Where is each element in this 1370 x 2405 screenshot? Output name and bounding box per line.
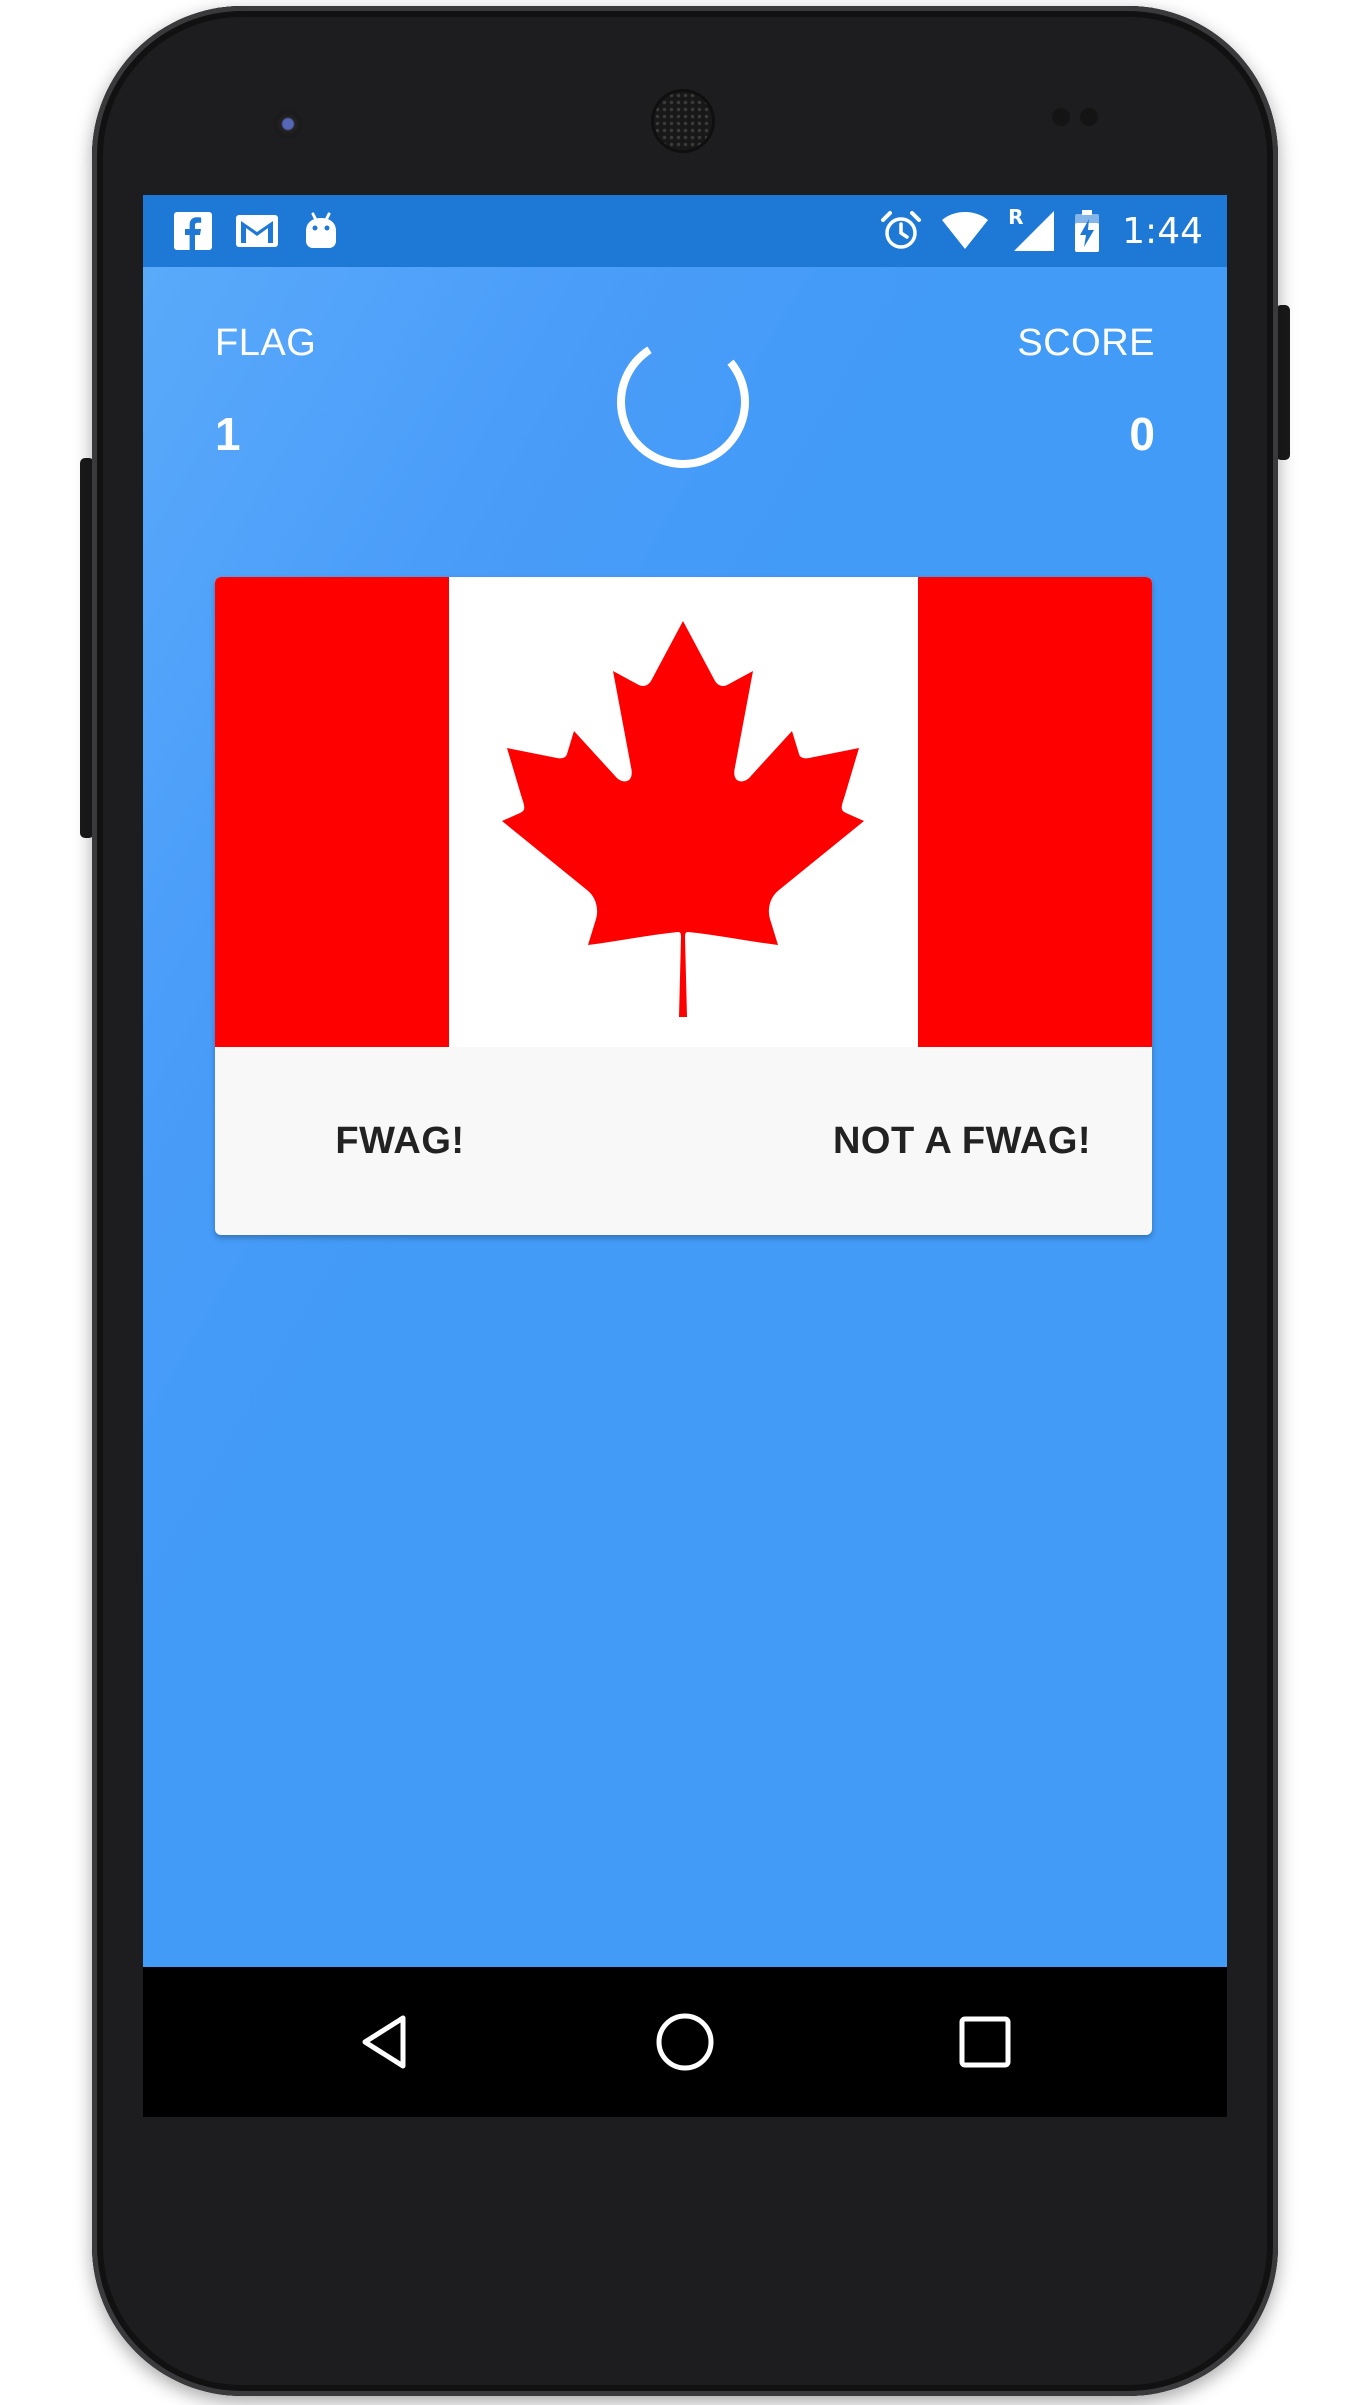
light-sensor [1080, 108, 1098, 126]
back-icon [362, 2015, 406, 2069]
android-debug-icon [306, 212, 336, 248]
screen: R 1:44 FLAG 1 SCORE 0 FWAG! NOT A FWAG! [143, 195, 1227, 2117]
home-button[interactable] [635, 1992, 735, 2092]
flag-card: FWAG! NOT A FWAG! [215, 577, 1152, 1235]
battery-charging-icon [1075, 210, 1100, 252]
home-icon [656, 2013, 714, 2071]
clock: 1:44 [1122, 210, 1203, 252]
front-camera [274, 110, 302, 138]
proximity-sensor [1052, 108, 1070, 126]
canada-flag-image [215, 577, 1152, 1047]
facebook-icon [174, 212, 212, 250]
signal-icon [1014, 211, 1055, 251]
wifi-icon [942, 212, 989, 249]
not-a-fwag-button[interactable]: NOT A FWAG! [802, 1047, 1122, 1235]
recents-icon [959, 2016, 1011, 2068]
gmail-icon [236, 215, 278, 247]
power-button[interactable] [1276, 305, 1290, 460]
score-label: SCORE [1017, 322, 1155, 364]
signal-indicator: R [1008, 205, 1056, 253]
score-counter: 0 [1129, 408, 1155, 460]
loading-spinner [617, 336, 749, 468]
flag-counter: 1 [215, 408, 241, 460]
back-button[interactable] [335, 1992, 435, 2092]
status-bar: R 1:44 [143, 195, 1227, 267]
fwag-button[interactable]: FWAG! [255, 1047, 545, 1235]
navigation-bar [143, 1967, 1227, 2117]
earpiece-speaker [654, 92, 712, 150]
flag-label: FLAG [215, 322, 317, 364]
alarm-icon [881, 211, 922, 249]
recents-button[interactable] [935, 1992, 1035, 2092]
app-content: FLAG 1 SCORE 0 FWAG! NOT A FWAG! [143, 267, 1227, 1967]
